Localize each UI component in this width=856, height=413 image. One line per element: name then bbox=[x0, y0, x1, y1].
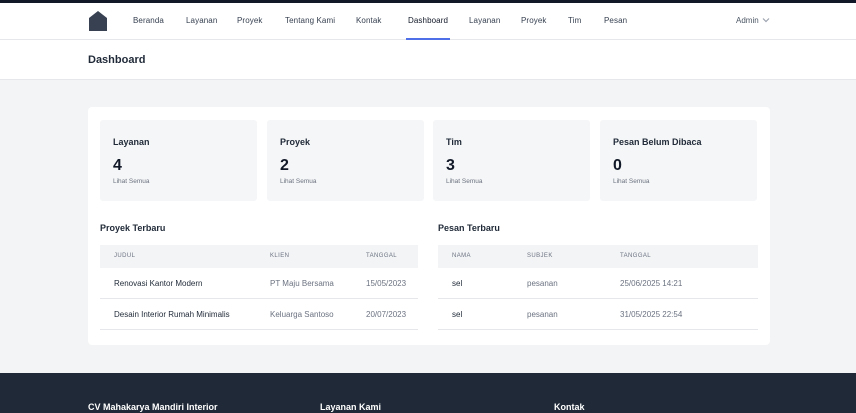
column-header: NAMA bbox=[452, 253, 471, 259]
table-row[interactable]: Renovasi Kantor Modern PT Maju Bersama 1… bbox=[100, 268, 418, 299]
nav-link-pesan[interactable]: Pesan bbox=[604, 16, 627, 25]
project-client: Keluarga Santoso bbox=[270, 310, 334, 319]
recent-messages-title: Pesan Terbaru bbox=[438, 223, 500, 233]
stat-value: 0 bbox=[613, 157, 622, 174]
page-header: Dashboard bbox=[0, 40, 856, 80]
nav-link-dashboard[interactable]: Dashboard bbox=[408, 16, 448, 25]
nav-link-tentang-kami[interactable]: Tentang Kami bbox=[285, 16, 335, 25]
chevron-down-icon[interactable] bbox=[762, 17, 770, 23]
footer: CV Mahakarya Mandiri Interior Layanan Ka… bbox=[0, 373, 856, 413]
page-title: Dashboard bbox=[88, 54, 146, 66]
stat-value: 3 bbox=[446, 157, 455, 174]
nav-link-layanan[interactable]: Layanan bbox=[186, 16, 217, 25]
stat-label: Pesan Belum Dibaca bbox=[613, 137, 702, 147]
nav-link-proyek[interactable]: Proyek bbox=[237, 16, 263, 25]
view-all-link[interactable]: Lihat Semua bbox=[280, 178, 317, 185]
stat-label: Proyek bbox=[280, 137, 311, 147]
stat-label: Tim bbox=[446, 137, 462, 147]
table-row[interactable]: Desain Interior Rumah Minimalis Keluarga… bbox=[100, 299, 418, 330]
footer-services-heading: Layanan Kami bbox=[320, 402, 382, 412]
project-date: 15/05/2023 bbox=[366, 279, 407, 288]
footer-company-name: CV Mahakarya Mandiri Interior bbox=[88, 402, 218, 412]
view-all-link[interactable]: Lihat Semua bbox=[446, 178, 483, 185]
column-header: TANGGAL bbox=[620, 253, 652, 259]
nav-link-tim[interactable]: Tim bbox=[568, 16, 581, 25]
stat-card-proyek: Proyek 2 Lihat Semua bbox=[267, 120, 424, 201]
project-title: Renovasi Kantor Modern bbox=[114, 279, 203, 288]
view-all-link[interactable]: Lihat Semua bbox=[613, 178, 650, 185]
project-title: Desain Interior Rumah Minimalis bbox=[114, 310, 230, 319]
project-client: PT Maju Bersama bbox=[270, 279, 334, 288]
message-name: sel bbox=[452, 279, 463, 288]
column-header: JUDUL bbox=[114, 253, 136, 259]
stat-label: Layanan bbox=[113, 137, 150, 147]
stat-card-pesan-belum-dibaca: Pesan Belum Dibaca 0 Lihat Semua bbox=[600, 120, 757, 201]
dashboard-panel: Layanan 4 Lihat Semua Proyek 2 Lihat Sem… bbox=[88, 107, 770, 345]
messages-table-header: NAMA SUBJEK TANGGAL bbox=[438, 245, 758, 268]
column-header: TANGGAL bbox=[366, 253, 398, 259]
projects-table-header: JUDUL KLIEN TANGGAL bbox=[100, 245, 418, 268]
message-date: 31/05/2025 22:54 bbox=[620, 310, 683, 319]
navbar: Beranda Layanan Proyek Tentang Kami Kont… bbox=[0, 3, 856, 40]
stat-value: 2 bbox=[280, 157, 289, 174]
project-date: 20/07/2023 bbox=[366, 310, 407, 319]
nav-link-beranda[interactable]: Beranda bbox=[133, 16, 164, 25]
stat-card-tim: Tim 3 Lihat Semua bbox=[433, 120, 590, 201]
message-name: sel bbox=[452, 310, 463, 319]
message-subject: pesanan bbox=[527, 310, 558, 319]
nav-link-admin-layanan[interactable]: Layanan bbox=[469, 16, 500, 25]
stat-card-layanan: Layanan 4 Lihat Semua bbox=[100, 120, 257, 201]
table-row[interactable]: sel pesanan 25/06/2025 14:21 bbox=[438, 268, 758, 299]
column-header: SUBJEK bbox=[527, 253, 553, 259]
table-row[interactable]: sel pesanan 31/05/2025 22:54 bbox=[438, 299, 758, 330]
message-subject: pesanan bbox=[527, 279, 558, 288]
nav-link-kontak[interactable]: Kontak bbox=[356, 16, 382, 25]
view-all-link[interactable]: Lihat Semua bbox=[113, 178, 150, 185]
recent-projects-title: Proyek Terbaru bbox=[100, 223, 166, 233]
footer-contact-heading: Kontak bbox=[554, 402, 585, 412]
column-header: KLIEN bbox=[270, 253, 290, 259]
message-date: 25/06/2025 14:21 bbox=[620, 279, 683, 288]
admin-menu[interactable]: Admin bbox=[736, 16, 759, 25]
stat-value: 4 bbox=[113, 157, 122, 174]
nav-link-admin-proyek[interactable]: Proyek bbox=[521, 16, 547, 25]
home-logo-icon[interactable] bbox=[88, 10, 108, 32]
